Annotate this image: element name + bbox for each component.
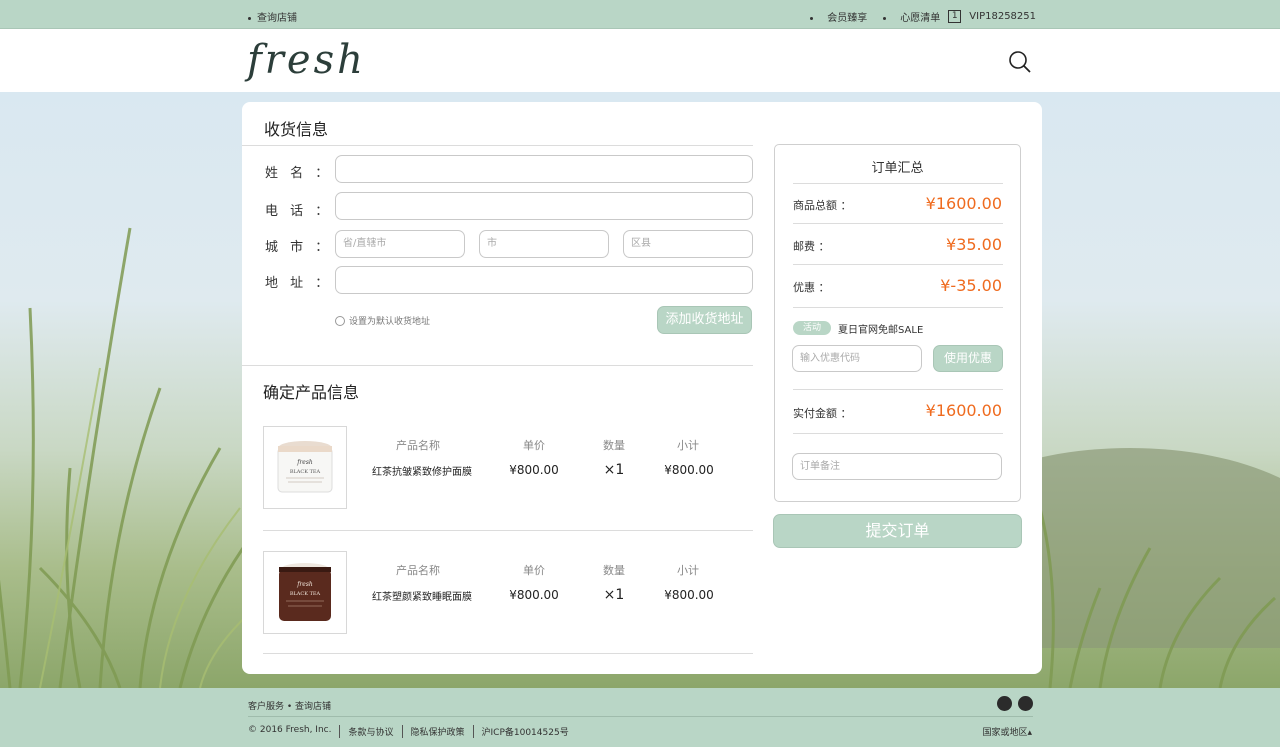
- svg-text:BLACK TEA: BLACK TEA: [290, 469, 321, 475]
- store-locator-label[interactable]: 查询店铺: [257, 13, 297, 24]
- default-address-radio[interactable]: [335, 315, 345, 326]
- product-qty: ×1: [603, 587, 625, 603]
- member-label[interactable]: 会员臻享: [827, 13, 867, 24]
- product-name[interactable]: 红茶抗皱紧致修护面膜: [358, 463, 486, 478]
- product-price: ¥800.00: [509, 588, 559, 602]
- row-divider: [263, 530, 753, 531]
- wishlist-link[interactable]: 心愿清单: [875, 9, 940, 24]
- summary-divider: [793, 223, 1003, 224]
- section-divider: [242, 145, 753, 146]
- summary-divider: [793, 264, 1003, 265]
- district-select[interactable]: 区县: [623, 230, 753, 258]
- address-input[interactable]: [335, 266, 753, 294]
- shipping-fee-label: 邮费 ：: [793, 240, 830, 253]
- social-links: [997, 696, 1033, 711]
- discount-value: ¥-35.00: [940, 276, 1002, 295]
- search-icon[interactable]: [1008, 50, 1032, 74]
- default-address-option[interactable]: 设置为默认收货地址: [335, 314, 430, 327]
- submit-order-button[interactable]: 提交订单: [773, 514, 1022, 548]
- summary-divider: [793, 183, 1003, 184]
- terms-link[interactable]: 条款与协议: [339, 725, 401, 738]
- weibo-icon[interactable]: [997, 696, 1012, 711]
- summary-divider: [793, 433, 1003, 434]
- coupon-input[interactable]: 输入优惠代码: [792, 345, 922, 372]
- product-price: ¥800.00: [509, 463, 559, 477]
- privacy-link[interactable]: 隐私保护政策: [401, 725, 473, 738]
- bullet-icon: [248, 16, 251, 20]
- svg-text:BLACK TEA: BLACK TEA: [290, 591, 321, 597]
- wechat-icon[interactable]: [1018, 696, 1033, 711]
- goods-total-value: ¥1600.00: [925, 194, 1002, 213]
- site-footer: 客户服务 • 查询店铺 © 2016 Fresh, Inc. 条款与协议 隐私保…: [0, 688, 1280, 747]
- product-image[interactable]: fresh BLACK TEA: [263, 426, 347, 509]
- address-label: 地 址 ：: [265, 276, 333, 291]
- city-label: 城 市 ：: [265, 240, 333, 255]
- store-locator-link[interactable]: 查询店铺: [248, 9, 297, 24]
- promo-text: 夏日官网免邮SALE: [838, 325, 924, 336]
- summary-divider: [793, 389, 1003, 390]
- col-head-qty: 数量: [603, 439, 625, 452]
- product-subtotal: ¥800.00: [664, 588, 714, 602]
- wishlist-label[interactable]: 心愿清单: [900, 13, 940, 24]
- product-image[interactable]: fresh BLACK TEA: [263, 551, 347, 634]
- actual-amount-label: 实付金额 ：: [793, 407, 852, 420]
- copyright-text: © 2016 Fresh, Inc.: [248, 725, 332, 735]
- city-select[interactable]: 市: [479, 230, 609, 258]
- goods-total-label: 商品总额 ：: [793, 199, 852, 212]
- bullet-icon: [883, 16, 887, 20]
- fresh-logo[interactable]: fresh: [247, 37, 366, 83]
- footer-legal-links: © 2016 Fresh, Inc. 条款与协议 隐私保护政策 沪ICP备100…: [248, 725, 577, 738]
- account-links: 会员臻享 心愿清单 1 VIP18258251: [794, 9, 1036, 24]
- icp-link[interactable]: 沪ICP备10014525号: [472, 725, 577, 738]
- footer-service-links[interactable]: 客户服务 • 查询店铺: [248, 699, 331, 712]
- footer-divider: [248, 716, 1033, 717]
- order-summary-panel: 订单汇总 商品总额 ： ¥1600.00 邮费 ： ¥35.00 优惠 ： ¥-…: [774, 144, 1021, 502]
- name-label: 姓 名 ：: [265, 166, 333, 181]
- shipping-fee-value: ¥35.00: [946, 235, 1002, 254]
- order-note-input[interactable]: 订单备注: [792, 453, 1002, 480]
- summary-divider: [793, 307, 1003, 308]
- promo-tag: 活动: [793, 321, 831, 335]
- add-address-button[interactable]: 添加收货地址: [657, 306, 752, 334]
- svg-text:fresh: fresh: [296, 459, 313, 466]
- section-divider: [242, 365, 753, 366]
- col-head-name: 产品名称: [396, 439, 440, 452]
- order-summary-title: 订单汇总: [871, 161, 924, 176]
- name-input[interactable]: [335, 155, 753, 183]
- product-subtotal: ¥800.00: [664, 463, 714, 477]
- col-head-subtotal: 小计: [677, 564, 699, 577]
- svg-text:fresh: fresh: [296, 581, 313, 588]
- grass-decoration-left: [0, 227, 256, 688]
- bullet-icon: [810, 16, 814, 20]
- default-address-label: 设置为默认收货地址: [349, 317, 431, 327]
- col-head-name: 产品名称: [396, 564, 440, 577]
- checkout-card: 收货信息 姓 名 ： 电 话 ： 城 市 ： 省/直辖市 市 区县 地 址 ： …: [242, 102, 1042, 674]
- col-head-subtotal: 小计: [677, 439, 699, 452]
- province-select[interactable]: 省/直辖市: [335, 230, 465, 258]
- product-qty: ×1: [603, 462, 625, 478]
- region-selector[interactable]: 国家或地区▴: [982, 725, 1032, 738]
- row-divider: [263, 653, 753, 654]
- col-head-price: 单价: [523, 564, 545, 577]
- vip-account-link[interactable]: VIP18258251: [969, 11, 1036, 22]
- site-header: fresh: [0, 29, 1280, 92]
- product-name[interactable]: 红茶塑颜紧致睡眠面膜: [358, 588, 486, 603]
- apply-coupon-button[interactable]: 使用优惠: [933, 345, 1003, 372]
- products-title: 确定产品信息: [263, 383, 360, 402]
- col-head-qty: 数量: [603, 564, 625, 577]
- discount-label: 优惠 ：: [793, 281, 830, 294]
- phone-label: 电 话 ：: [265, 204, 333, 219]
- top-utility-bar: 查询店铺 会员臻享 心愿清单 1 VIP18258251: [0, 0, 1280, 29]
- member-link[interactable]: 会员臻享: [802, 9, 867, 24]
- grass-decoration-right: [1040, 507, 1276, 688]
- col-head-price: 单价: [523, 439, 545, 452]
- phone-input[interactable]: [335, 192, 753, 220]
- actual-amount-value: ¥1600.00: [925, 401, 1002, 420]
- cart-count-badge[interactable]: 1: [948, 10, 962, 23]
- shipping-title: 收货信息: [264, 120, 329, 139]
